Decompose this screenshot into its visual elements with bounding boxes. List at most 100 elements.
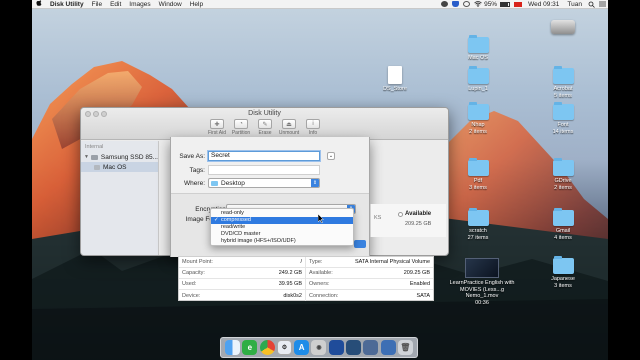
- info-button[interactable]: i Info: [300, 119, 326, 136]
- available-dot: [398, 212, 403, 217]
- info-cell: Available: 209.25 GB: [306, 268, 433, 279]
- mouse-cursor-icon: [318, 214, 324, 223]
- sidebar-item-mac-os[interactable]: Mac OS: [81, 162, 158, 172]
- desktop-folder-font[interactable]: Font 14 items: [537, 102, 589, 135]
- sidebar-section-internal: Internal: [85, 144, 104, 150]
- desktop-movie-file[interactable]: LearnPractice English with MOVIES (Less.…: [444, 258, 520, 306]
- app-store-icon[interactable]: A: [294, 340, 310, 355]
- format-option-compressed[interactable]: ✓ compressed: [211, 217, 353, 224]
- image-format-menu: read-only ✓ compressed read/write DVD/CD …: [210, 208, 354, 246]
- tags-label: Tags:: [189, 166, 205, 174]
- first-aid-button[interactable]: ✚ First Aid: [204, 119, 230, 136]
- sync-icon[interactable]: [463, 1, 471, 7]
- desktop-folder-nhap[interactable]: Nhap 2 items: [452, 102, 504, 135]
- trash-icon[interactable]: 🗑: [397, 340, 413, 355]
- user-name[interactable]: Tuan: [563, 0, 586, 9]
- flag-vn-icon[interactable]: [514, 1, 523, 7]
- format-option-read-write[interactable]: read/write: [211, 224, 353, 231]
- menu-help[interactable]: Help: [186, 0, 207, 9]
- folder-icon: [552, 208, 574, 226]
- capacity-summary: KS Available 209.25 GB: [370, 204, 446, 237]
- finder-icon[interactable]: [225, 340, 241, 355]
- menu-edit[interactable]: Edit: [106, 0, 125, 9]
- volume-info-table: Mount Point: / Type: SATA Internal Physica…: [178, 256, 434, 301]
- folder-icon: [467, 35, 489, 53]
- desktop-folder-gdrive[interactable]: GDrive 2 items: [537, 158, 589, 191]
- preview-icon[interactable]: [380, 340, 396, 355]
- format-option-dvd-cd-master[interactable]: DVD/CD master: [211, 231, 353, 238]
- save-button[interactable]: [354, 240, 366, 248]
- desktop-folder-gmail[interactable]: Gmail 4 items: [537, 208, 589, 241]
- partition-icon: ◔: [234, 119, 248, 129]
- disk-utility-icon[interactable]: [328, 340, 344, 355]
- info-cell: Mount Point: /: [179, 257, 306, 268]
- menu-file[interactable]: File: [88, 0, 106, 9]
- desktop-folder-lupin-1[interactable]: Lupin_1: [452, 66, 504, 93]
- desktop-file-ds-store[interactable]: DS_Store: [369, 66, 421, 93]
- info-cell: Owners: Enabled: [306, 279, 433, 290]
- info-cell: Device: disk0s2: [179, 290, 306, 301]
- available-label: Available: [405, 211, 432, 217]
- format-option-hybrid-image[interactable]: hybrid image (HFS+/ISO/UDF): [211, 238, 353, 245]
- battery-percent: 95%: [484, 0, 498, 8]
- eject-icon: ⏏: [282, 119, 296, 129]
- erase-button[interactable]: ✎ Erase: [252, 119, 278, 136]
- apple-menu-icon[interactable]: [32, 0, 46, 9]
- info-cell: Used: 39.95 GB: [179, 279, 306, 290]
- battery-icon[interactable]: [500, 1, 511, 7]
- window-toolbar: Disk Utility ✚ First Aid ◔ Partition ✎ Eras…: [81, 108, 448, 140]
- folder-icon: [552, 158, 574, 176]
- display-icon[interactable]: [363, 340, 379, 355]
- evernote-icon[interactable]: e: [242, 340, 258, 355]
- info-cell: Type: SATA Internal Physical Volume: [306, 257, 433, 268]
- chrome-icon[interactable]: [259, 340, 275, 355]
- shield-icon[interactable]: [452, 1, 460, 7]
- tags-input[interactable]: [208, 165, 320, 175]
- where-popup[interactable]: Desktop ⇕: [208, 178, 320, 188]
- folder-icon: [467, 102, 489, 120]
- disk-icon: [90, 154, 98, 160]
- app-menu[interactable]: Disk Utility: [46, 0, 88, 9]
- status-app-icon[interactable]: [441, 1, 449, 7]
- info-cell: Connection: SATA: [309, 292, 430, 299]
- system-preferences-icon[interactable]: ⚙: [276, 340, 292, 355]
- desktop-folder-acrobat[interactable]: Acrobat 5 items: [537, 66, 589, 99]
- where-row: Where: Desktop ⇕: [171, 178, 320, 188]
- utility-icon[interactable]: ◉: [311, 340, 327, 355]
- menu-window[interactable]: Window: [155, 0, 186, 9]
- popup-arrows-icon: ⇕: [311, 179, 319, 187]
- menu-images[interactable]: Images: [125, 0, 154, 9]
- desktop-folder-pdf[interactable]: Pdf 3 items: [452, 158, 504, 191]
- window-title: Disk Utility: [248, 110, 281, 117]
- sidebar: Internal ▼ Samsung SSD 85... Mac OS: [81, 141, 159, 255]
- clock[interactable]: Wed 09:31: [524, 0, 563, 9]
- search-icon[interactable]: [588, 1, 595, 8]
- desktop-folder-scratch[interactable]: scratch 27 items: [452, 208, 504, 241]
- save-as-row: Save As: Secret ⌄: [171, 151, 335, 161]
- video-thumbnail: [465, 258, 499, 278]
- desktop-drive[interactable]: [537, 20, 589, 36]
- desktop-folder-mac-os[interactable]: Mac OS: [452, 35, 504, 62]
- partition-button[interactable]: ◔ Partition: [228, 119, 254, 136]
- folder-icon: [467, 158, 489, 176]
- tags-row: Tags:: [171, 165, 320, 175]
- info-cell: Capacity: 249.2 GB: [179, 268, 306, 279]
- save-as-input[interactable]: Secret: [208, 151, 320, 161]
- media-icon[interactable]: [345, 340, 361, 355]
- folder-icon: [552, 102, 574, 120]
- folder-icon: [467, 208, 489, 226]
- format-option-read-only[interactable]: read-only: [211, 210, 353, 217]
- dock: e ⚙ A ◉ 🗑: [220, 337, 418, 358]
- sidebar-item-samsung-ssd[interactable]: ▼ Samsung SSD 85...: [81, 152, 158, 162]
- chevron-down-icon: ⌄: [328, 153, 334, 159]
- info-icon: i: [306, 119, 320, 129]
- desktop-folder-japanese[interactable]: Japanese 3 items: [537, 256, 589, 289]
- notification-list-icon[interactable]: [599, 1, 606, 7]
- unmount-button[interactable]: ⏏ Unmount: [276, 119, 302, 136]
- expand-button[interactable]: ⌄: [327, 152, 335, 160]
- folder-icon: [552, 66, 574, 84]
- folder-icon: [552, 256, 574, 274]
- disclosure-triangle-icon[interactable]: ▼: [84, 154, 89, 160]
- wifi-icon[interactable]: [474, 1, 482, 7]
- save-as-label: Save As:: [179, 152, 205, 160]
